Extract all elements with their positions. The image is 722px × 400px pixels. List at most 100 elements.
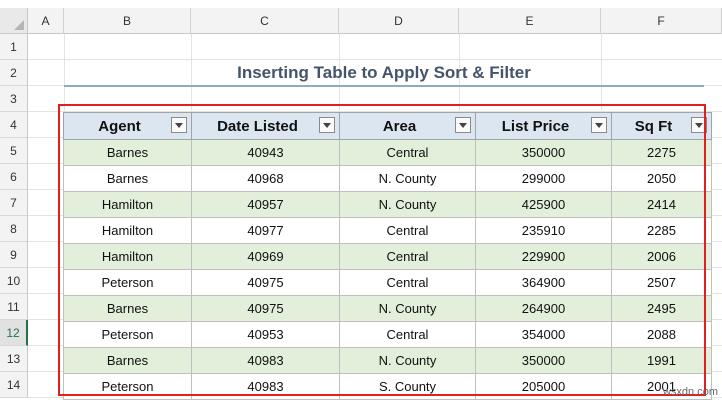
cell-area[interactable]: Central — [339, 269, 476, 296]
cell-list-price[interactable]: 299000 — [475, 165, 612, 192]
row-header-13[interactable]: 13 — [0, 346, 28, 372]
cell-area[interactable]: N. County — [339, 347, 476, 374]
row-header-6[interactable]: 6 — [0, 164, 28, 190]
column-header-f[interactable]: F — [601, 8, 722, 34]
table-row: Barnes 40968 N. County 299000 2050 — [63, 165, 712, 192]
row-header-10[interactable]: 10 — [0, 268, 28, 294]
table-row: Peterson 40953 Central 354000 2088 — [63, 321, 712, 348]
row-header-12[interactable]: 12 — [0, 320, 28, 346]
cell-agent[interactable]: Barnes — [63, 347, 192, 374]
cell-agent[interactable]: Barnes — [63, 139, 192, 166]
table-row: Barnes 40983 N. County 350000 1991 — [63, 347, 712, 374]
column-header-e[interactable]: E — [459, 8, 601, 34]
cell-agent[interactable]: Hamilton — [63, 191, 192, 218]
column-header-d[interactable]: D — [339, 8, 459, 34]
filter-dropdown-icon[interactable] — [691, 117, 707, 133]
cell-sq-ft[interactable]: 2285 — [611, 217, 712, 244]
watermark-text: wsxdn.com — [662, 386, 718, 398]
filter-dropdown-icon[interactable] — [591, 117, 607, 133]
row-header-3[interactable]: 3 — [0, 86, 28, 112]
header-label: Date Listed — [217, 117, 298, 135]
cell-sq-ft[interactable]: 2275 — [611, 139, 712, 166]
cell-agent[interactable]: Peterson — [63, 373, 192, 400]
row-header-2[interactable]: 2 — [0, 60, 28, 86]
header-label: Sq Ft — [634, 117, 673, 135]
row-header-11[interactable]: 11 — [0, 294, 28, 320]
cell-list-price[interactable]: 425900 — [475, 191, 612, 218]
table-row: Hamilton 40957 N. County 425900 2414 — [63, 191, 712, 218]
cell-agent[interactable]: Hamilton — [63, 217, 192, 244]
cell-area[interactable]: N. County — [339, 295, 476, 322]
cell-date-listed[interactable]: 40968 — [191, 165, 340, 192]
cell-date-listed[interactable]: 40969 — [191, 243, 340, 270]
header-cell-agent[interactable]: Agent — [63, 112, 192, 140]
cell-agent[interactable]: Peterson — [63, 269, 192, 296]
row-header-14[interactable]: 14 — [0, 372, 28, 398]
filter-dropdown-icon[interactable] — [455, 117, 471, 133]
excel-table: Agent Date Listed Area List Price Sq Ft … — [63, 112, 712, 400]
cell-date-listed[interactable]: 40983 — [191, 347, 340, 374]
header-cell-area[interactable]: Area — [339, 112, 476, 140]
header-label: Area — [382, 117, 417, 135]
header-label: List Price — [501, 117, 570, 135]
cell-sq-ft[interactable]: 2507 — [611, 269, 712, 296]
column-header-b[interactable]: B — [64, 8, 191, 34]
cell-sq-ft[interactable]: 2006 — [611, 243, 712, 270]
cell-sq-ft[interactable]: 2414 — [611, 191, 712, 218]
cell-area[interactable]: Central — [339, 321, 476, 348]
table-body: Barnes 40943 Central 350000 2275 Barnes 40968 N… — [63, 139, 712, 400]
table-row: Barnes 40943 Central 350000 2275 — [63, 139, 712, 166]
select-all-corner[interactable] — [0, 8, 28, 34]
table-row: Hamilton 40969 Central 229900 2006 — [63, 243, 712, 270]
cell-date-listed[interactable]: 40957 — [191, 191, 340, 218]
cell-date-listed[interactable]: 40977 — [191, 217, 340, 244]
cell-date-listed[interactable]: 40983 — [191, 373, 340, 400]
filter-dropdown-icon[interactable] — [171, 117, 187, 133]
cell-list-price[interactable]: 235910 — [475, 217, 612, 244]
cell-agent[interactable]: Barnes — [63, 165, 192, 192]
cell-date-listed[interactable]: 40943 — [191, 139, 340, 166]
row-header-7[interactable]: 7 — [0, 190, 28, 216]
row-header-5[interactable]: 5 — [0, 138, 28, 164]
cell-agent[interactable]: Barnes — [63, 295, 192, 322]
cell-list-price[interactable]: 229900 — [475, 243, 612, 270]
cell-area[interactable]: Central — [339, 139, 476, 166]
cell-list-price[interactable]: 264900 — [475, 295, 612, 322]
table-row: Peterson 40983 S. County 205000 2001 — [63, 373, 712, 400]
cell-sq-ft[interactable]: 2088 — [611, 321, 712, 348]
row-header-1[interactable]: 1 — [0, 34, 28, 60]
cell-date-listed[interactable]: 40953 — [191, 321, 340, 348]
cell-date-listed[interactable]: 40975 — [191, 295, 340, 322]
header-cell-list-price[interactable]: List Price — [475, 112, 612, 140]
filter-dropdown-icon[interactable] — [319, 117, 335, 133]
header-label: Agent — [98, 117, 141, 135]
table-row: Hamilton 40977 Central 235910 2285 — [63, 217, 712, 244]
row-header-9[interactable]: 9 — [0, 242, 28, 268]
cell-sq-ft[interactable]: 1991 — [611, 347, 712, 374]
column-header-a[interactable]: A — [28, 8, 64, 34]
cell-list-price[interactable]: 364900 — [475, 269, 612, 296]
cell-list-price[interactable]: 350000 — [475, 139, 612, 166]
title-underline — [64, 85, 704, 87]
table-row: Peterson 40975 Central 364900 2507 — [63, 269, 712, 296]
row-header-4[interactable]: 4 — [0, 112, 28, 138]
column-header-c[interactable]: C — [191, 8, 339, 34]
cell-sq-ft[interactable]: 2495 — [611, 295, 712, 322]
table-header-row: Agent Date Listed Area List Price Sq Ft — [63, 112, 712, 140]
cell-agent[interactable]: Peterson — [63, 321, 192, 348]
header-cell-sq-ft[interactable]: Sq Ft — [611, 112, 712, 140]
cell-list-price[interactable]: 350000 — [475, 347, 612, 374]
cell-area[interactable]: Central — [339, 243, 476, 270]
cell-agent[interactable]: Hamilton — [63, 243, 192, 270]
cell-date-listed[interactable]: 40975 — [191, 269, 340, 296]
cell-area[interactable]: N. County — [339, 165, 476, 192]
cell-list-price[interactable]: 354000 — [475, 321, 612, 348]
cell-list-price[interactable]: 205000 — [475, 373, 612, 400]
cell-area[interactable]: N. County — [339, 191, 476, 218]
header-cell-date-listed[interactable]: Date Listed — [191, 112, 340, 140]
select-all-triangle-icon — [14, 20, 24, 30]
cell-area[interactable]: S. County — [339, 373, 476, 400]
cell-sq-ft[interactable]: 2050 — [611, 165, 712, 192]
cell-area[interactable]: Central — [339, 217, 476, 244]
row-header-8[interactable]: 8 — [0, 216, 28, 242]
